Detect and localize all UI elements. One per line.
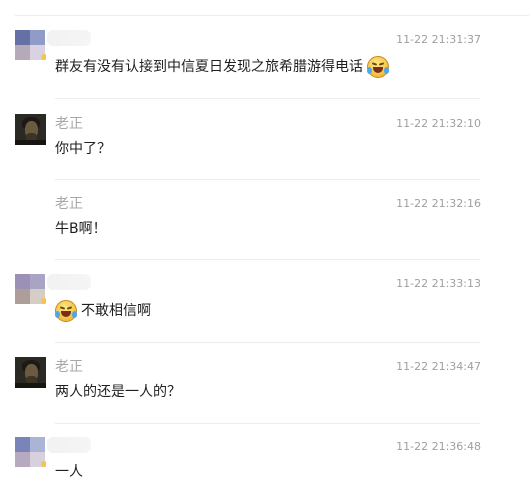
message-text: 牛B啊！: [55, 221, 107, 237]
message-divider: [55, 179, 480, 180]
top-divider: [15, 15, 529, 16]
message-content: 群友有没有认接到中信夏日发现之旅希腊游得电话: [55, 56, 389, 78]
message-divider: [55, 259, 480, 260]
emoji-badge-icon: [41, 461, 46, 467]
message-divider: [55, 342, 480, 343]
message-content: 两人的还是一人的？: [55, 383, 181, 401]
laughing-crying-emoji-icon: [55, 300, 77, 322]
dark-portrait-avatar[interactable]: [15, 114, 46, 145]
dark-portrait-avatar[interactable]: [15, 357, 46, 388]
message-text: 你中了？: [55, 141, 111, 157]
pixelated-avatar[interactable]: [15, 437, 46, 468]
message-text: 两人的还是一人的？: [55, 384, 181, 400]
message-timestamp: 11-22 21:32:16: [396, 197, 481, 210]
pixelated-avatar[interactable]: [15, 274, 46, 305]
message-timestamp: 11-22 21:36:48: [396, 440, 481, 453]
laughing-crying-emoji-icon: [367, 56, 389, 78]
message-divider: [55, 423, 480, 424]
message-text: 一人: [55, 464, 83, 480]
blurred-sender-name: [47, 437, 91, 453]
message-text: 不敢相信啊: [81, 303, 151, 319]
message-content: 你中了？: [55, 140, 111, 158]
message-content: 不敢相信啊: [55, 300, 151, 322]
blurred-sender-name: [47, 30, 91, 46]
message-timestamp: 11-22 21:33:13: [396, 277, 481, 290]
message-timestamp: 11-22 21:31:37: [396, 33, 481, 46]
message-content: 一人: [55, 463, 83, 481]
message-divider: [55, 98, 480, 99]
sender-name: 老正: [55, 359, 83, 375]
blurred-sender-name: [47, 274, 91, 290]
pixelated-avatar[interactable]: [15, 30, 46, 61]
sender-name: 老正: [55, 196, 83, 212]
emoji-badge-icon: [41, 298, 46, 304]
message-timestamp: 11-22 21:34:47: [396, 360, 481, 373]
message-timestamp: 11-22 21:32:10: [396, 117, 481, 130]
sender-name: 老正: [55, 116, 83, 132]
emoji-badge-icon: [41, 54, 46, 60]
message-content: 牛B啊！: [55, 220, 107, 238]
message-text: 群友有没有认接到中信夏日发现之旅希腊游得电话: [55, 59, 363, 75]
